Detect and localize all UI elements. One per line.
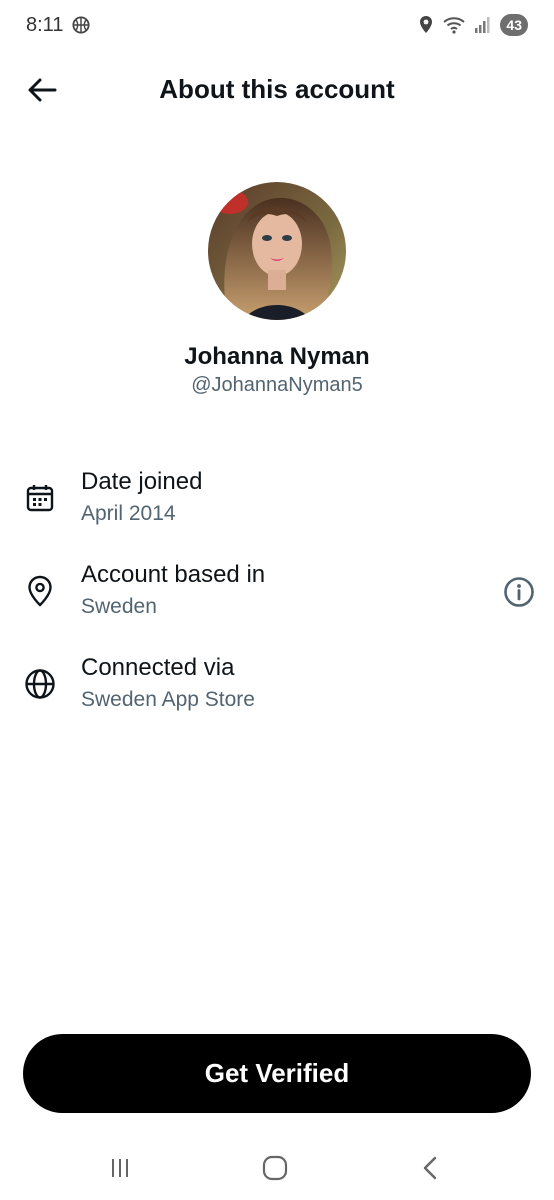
get-verified-button[interactable]: Get Verified	[23, 1034, 531, 1113]
status-bar: 8:11 43	[0, 0, 554, 52]
date-joined-row: Date joined April 2014	[0, 468, 554, 548]
row-title: Date joined	[81, 468, 203, 495]
signal-icon	[475, 17, 490, 33]
status-icons: 43	[418, 14, 528, 36]
recent-apps-icon[interactable]	[100, 1150, 140, 1186]
location-pin-icon	[22, 573, 58, 609]
wifi-icon	[443, 17, 466, 34]
connected-via-row: Connected via Sweden App Store	[0, 654, 554, 734]
row-value: April 2014	[81, 502, 176, 525]
avatar[interactable]	[208, 182, 346, 320]
calendar-icon	[22, 480, 58, 516]
navigation-bar	[0, 1140, 554, 1200]
row-title: Account based in	[81, 561, 266, 588]
info-icon[interactable]	[502, 575, 536, 609]
username: @JohannaNyman5	[191, 374, 363, 396]
home-icon[interactable]	[255, 1150, 295, 1186]
battery-icon: 43	[500, 14, 528, 36]
globe-icon	[22, 666, 58, 702]
location-icon	[420, 16, 433, 33]
basketball-icon	[72, 16, 90, 34]
back-icon[interactable]	[410, 1150, 450, 1186]
account-based-in-row: Account based in Sweden	[0, 561, 554, 641]
row-value: Sweden	[81, 595, 157, 618]
row-title: Connected via	[81, 654, 235, 681]
row-value: Sweden App Store	[81, 688, 255, 711]
page-title: About this account	[159, 74, 395, 104]
status-time: 8:11	[26, 14, 64, 36]
display-name: Johanna Nyman	[184, 343, 370, 370]
